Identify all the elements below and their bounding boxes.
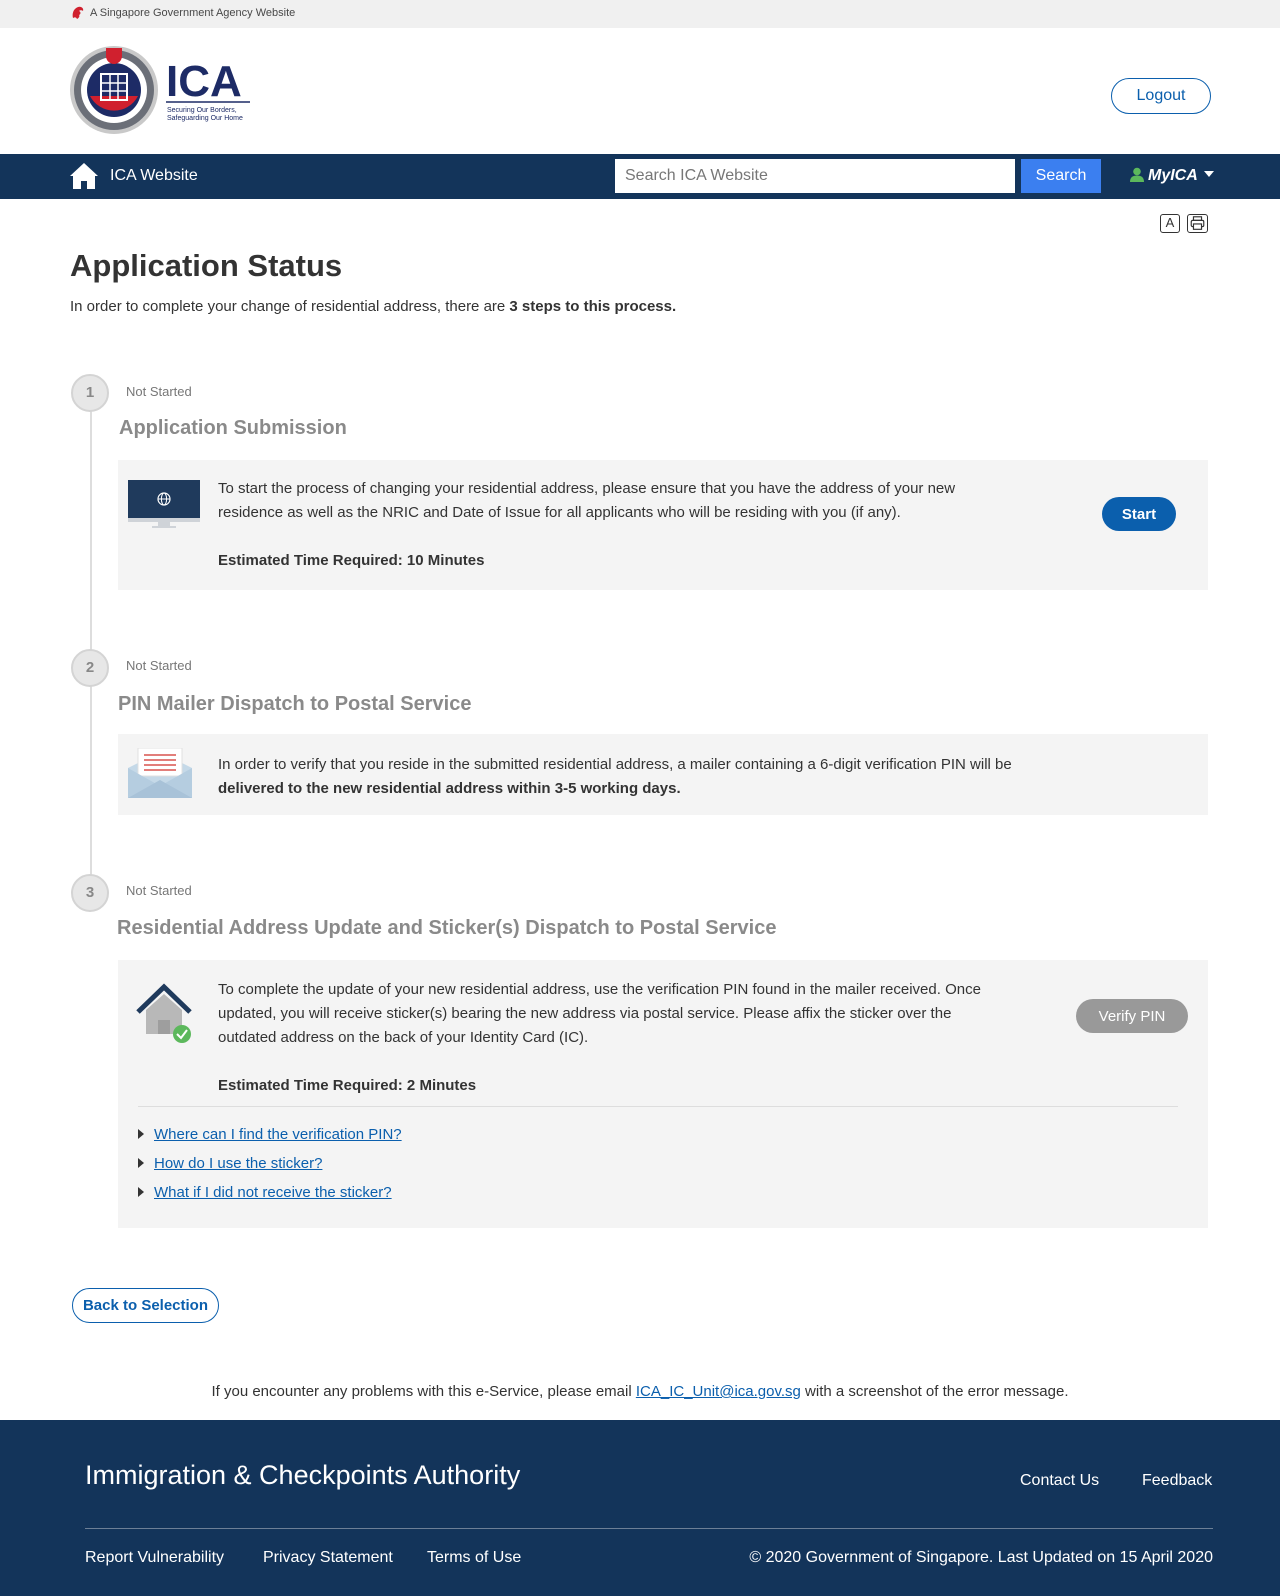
ica-logo[interactable]: ICA Securing Our Borders, Safeguarding O…: [70, 44, 280, 136]
footer-copyright: © 2020 Government of Singapore. Last Upd…: [749, 1549, 1213, 1566]
faq-item[interactable]: What if I did not receive the sticker?: [138, 1184, 392, 1201]
support-email-link[interactable]: ICA_IC_Unit@ica.gov.sg: [636, 1383, 801, 1400]
step-3-number: 3: [71, 874, 109, 912]
open-envelope-icon: [128, 748, 192, 798]
faq-link-pin[interactable]: Where can I find the verification PIN?: [154, 1126, 402, 1143]
nav-home-link[interactable]: ICA Website: [110, 167, 198, 185]
step-3-status: Not Started: [126, 883, 192, 898]
step-3-card: To complete the update of your new resid…: [118, 960, 1208, 1228]
step-1-estimate: Estimated Time Required: 10 Minutes: [218, 552, 485, 569]
intro-bold: 3 steps to this process.: [509, 298, 677, 315]
printer-icon[interactable]: [1187, 214, 1208, 233]
footer-divider: [85, 1528, 1213, 1529]
faq-item[interactable]: How do I use the sticker?: [138, 1155, 322, 1172]
logo-tagline-1: Securing Our Borders,: [167, 107, 237, 114]
step-2-card: In order to verify that you reside in th…: [118, 734, 1208, 815]
masthead-text: A Singapore Government Agency Website: [90, 7, 296, 19]
myica-label: MyICA: [1148, 167, 1198, 184]
lion-head-icon: [72, 6, 84, 20]
step-2-number: 2: [71, 649, 109, 687]
page-intro: In order to complete your change of resi…: [70, 298, 677, 315]
user-icon: [1130, 167, 1144, 182]
step-3-estimate: Estimated Time Required: 2 Minutes: [218, 1077, 477, 1094]
home-icon[interactable]: [69, 161, 99, 191]
caret-right-icon: [138, 1129, 144, 1139]
faq-item[interactable]: Where can I find the verification PIN?: [138, 1126, 402, 1143]
font-size-toggle[interactable]: A: [1160, 214, 1180, 233]
step-2-text-bold: delivered to the new residential address…: [218, 780, 681, 797]
logo-name: ICA: [166, 57, 242, 106]
caret-right-icon: [138, 1187, 144, 1197]
step-1-text: To start the process of changing your re…: [218, 480, 956, 521]
card-divider: [138, 1106, 1178, 1107]
step-3-text: To complete the update of your new resid…: [218, 981, 981, 1046]
step-2-status: Not Started: [126, 658, 192, 673]
ica-crest-icon: [70, 46, 158, 134]
logout-button[interactable]: Logout: [1111, 78, 1211, 114]
contact-note: If you encounter any problems with this …: [211, 1383, 1069, 1400]
verify-pin-button[interactable]: Verify PIN: [1076, 999, 1188, 1033]
back-to-selection-button[interactable]: Back to Selection: [72, 1288, 219, 1323]
house-check-icon: [136, 983, 192, 1043]
footer-feedback-link[interactable]: Feedback: [1142, 1472, 1212, 1490]
step-3-title: Residential Address Update and Sticker(s…: [117, 917, 777, 939]
main-navbar: ICA Website Search MyICA: [0, 154, 1280, 199]
step-1-number: 1: [71, 374, 109, 412]
site-footer: Immigration & Checkpoints Authority Cont…: [0, 1420, 1280, 1596]
search-button[interactable]: Search: [1021, 159, 1101, 193]
caret-down-icon: [1203, 171, 1214, 177]
step-1-card: To start the process of changing your re…: [118, 460, 1208, 590]
faq-link-sticker-missing[interactable]: What if I did not receive the sticker?: [154, 1184, 392, 1201]
page-title: Application Status: [70, 248, 343, 283]
faq-link-sticker-use[interactable]: How do I use the sticker?: [154, 1155, 322, 1172]
footer-title: Immigration & Checkpoints Authority: [85, 1460, 521, 1490]
myica-menu[interactable]: MyICA: [1130, 167, 1214, 185]
footer-contact-link[interactable]: Contact Us: [1020, 1472, 1099, 1490]
start-button[interactable]: Start: [1102, 497, 1176, 531]
logo-tagline-2: Safeguarding Our Home: [167, 115, 243, 122]
gov-masthead: A Singapore Government Agency Website: [0, 0, 1280, 28]
step-1-title: Application Submission: [119, 417, 347, 439]
step-1-status: Not Started: [126, 384, 192, 399]
monitor-globe-icon: [128, 480, 200, 528]
site-header: ICA Securing Our Borders, Safeguarding O…: [0, 28, 1280, 154]
caret-right-icon: [138, 1158, 144, 1168]
search-input[interactable]: [615, 159, 1015, 193]
step-2-text: In order to verify that you reside in th…: [218, 756, 1012, 797]
step-2-title: PIN Mailer Dispatch to Postal Service: [118, 693, 472, 715]
